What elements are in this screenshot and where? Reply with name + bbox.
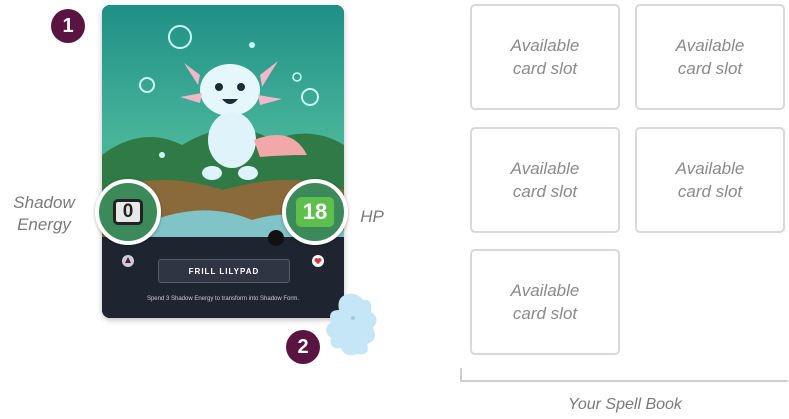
spell-book-bracket <box>460 368 788 382</box>
character-card[interactable]: FRILL LILYPAD Spend 3 Shadow Energy to t… <box>102 5 344 318</box>
hp-stat: 18 <box>282 179 348 245</box>
card-slot-4[interactable]: Available card slot <box>635 127 785 233</box>
shadow-energy-label: Shadow Energy <box>13 193 75 234</box>
shadow-energy-stat: 0 <box>95 179 161 245</box>
hp-label: HP <box>360 207 384 226</box>
black-dot-icon <box>268 230 284 246</box>
card-slot-5[interactable]: Available card slot <box>470 249 620 355</box>
card-slot-label: Available card slot <box>675 159 745 201</box>
card-name: FRILL LILYPAD <box>158 259 290 283</box>
step-marker-1: 1 <box>51 9 85 43</box>
spell-book-label: Your Spell Book <box>568 396 682 413</box>
card-slot-1[interactable]: Available card slot <box>470 4 620 110</box>
axolotl-token-icon <box>326 293 377 356</box>
card-slot-3[interactable]: Available card slot <box>470 127 620 233</box>
shadow-energy-icon <box>122 255 134 267</box>
heart-icon <box>312 255 324 267</box>
card-slot-label: Available card slot <box>510 159 580 201</box>
card-slot-label: Available card slot <box>675 36 745 78</box>
card-slot-2[interactable]: Available card slot <box>635 4 785 110</box>
card-slot-label: Available card slot <box>510 36 580 78</box>
shadow-energy-value: 0 <box>113 199 143 225</box>
card-slot-label: Available card slot <box>510 281 580 323</box>
card-ability-text: Spend 3 Shadow Energy to transform into … <box>146 296 300 302</box>
hp-value: 18 <box>296 197 334 227</box>
